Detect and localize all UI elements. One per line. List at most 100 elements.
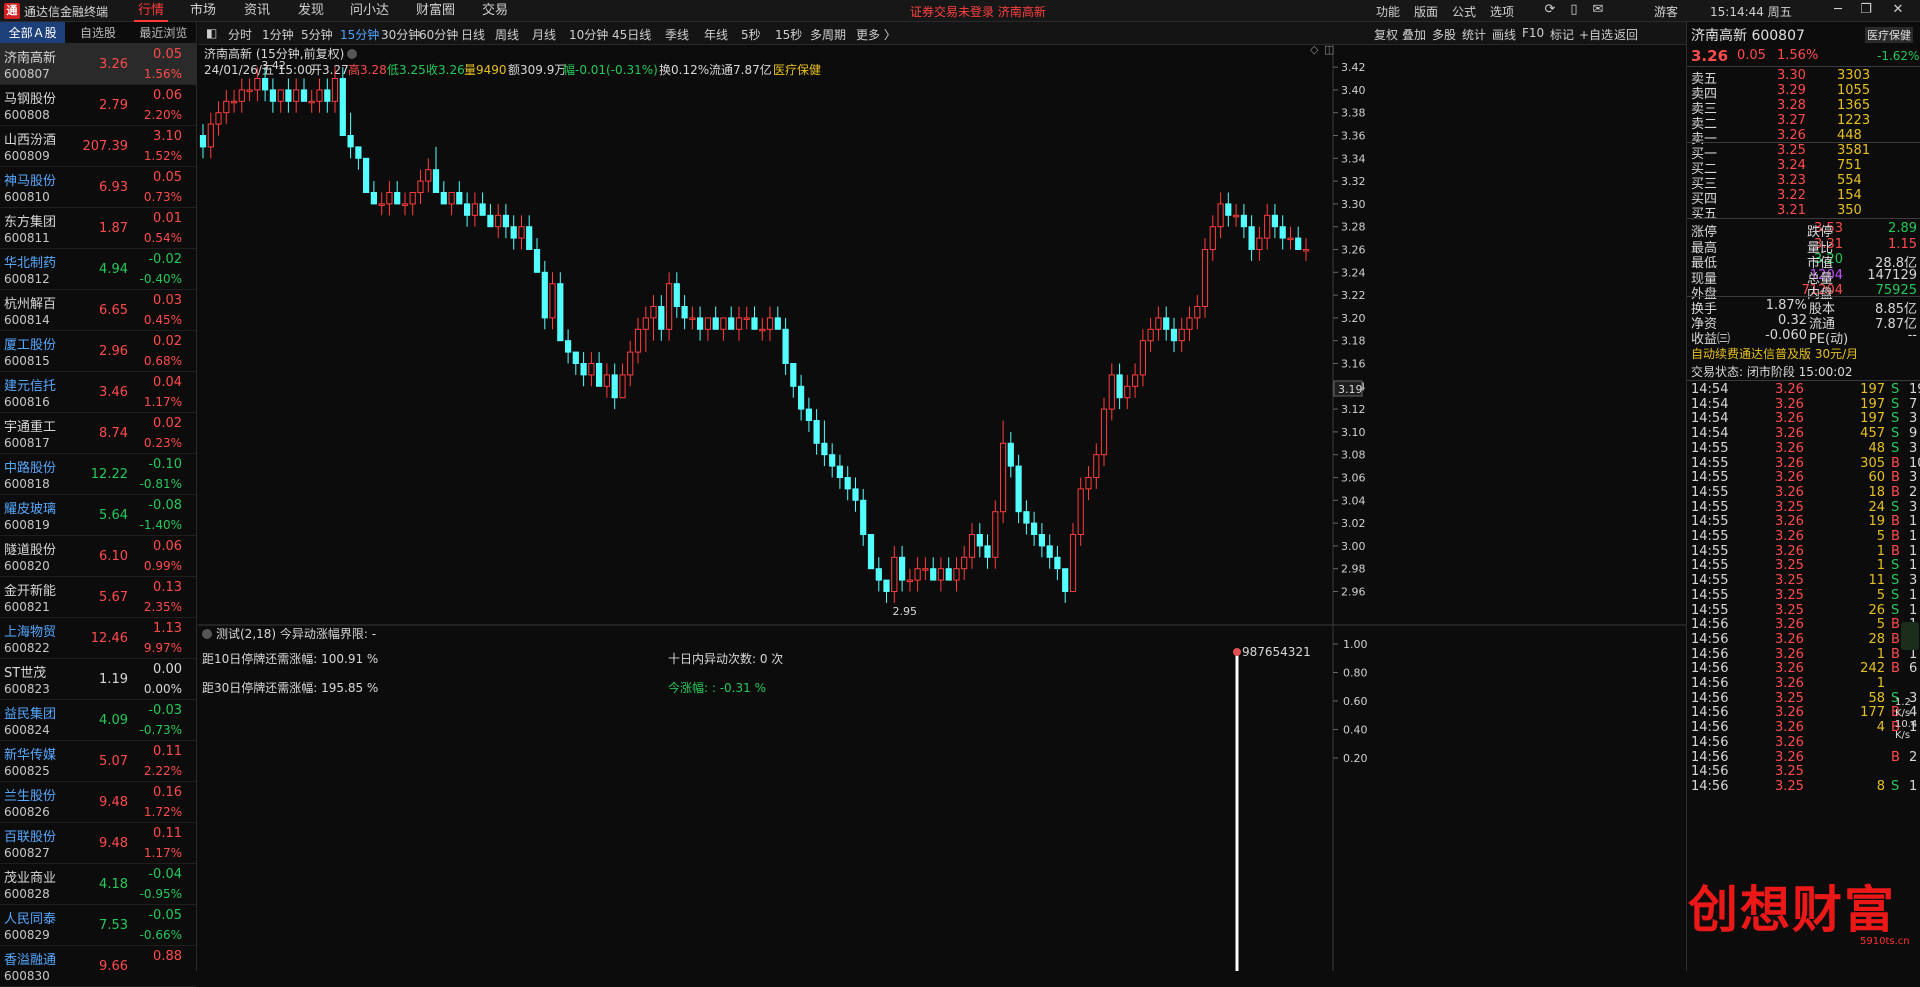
stock-row[interactable]: 上海物贸 600822 12.46 1.13 9.97% [0,618,196,659]
login-notice[interactable]: 证券交易未登录 济南高新 [910,3,1046,20]
top-menu-5[interactable]: 财富圈 [412,0,459,22]
restore-icon[interactable]: ❐ [1858,2,1874,18]
stock-row[interactable]: 香溢融通 600830 9.66 0.88 [0,946,196,987]
period-tab-12[interactable]: 年线 [704,26,728,43]
top-menu-4[interactable]: 问小达 [346,0,393,22]
level-price: 3.27 [1777,113,1806,128]
stock-row[interactable]: 济南高新 600807 3.26 0.05 1.56% [0,44,196,85]
period-tab-0[interactable]: 分时 [228,26,252,43]
tab-recent[interactable]: 最近浏览 [131,22,196,43]
menu-2[interactable]: 公式 [1452,3,1476,20]
tab-all-a-shares[interactable]: 全部Ａ股 [0,22,66,43]
stock-row[interactable]: 中路股份 600818 12.22 -0.10 -0.81% [0,454,196,495]
candle-body [743,317,750,320]
tool-button-4[interactable]: 画线 [1492,26,1516,43]
menu-0[interactable]: 功能 [1376,3,1400,20]
stock-row[interactable]: 厦工股份 600815 2.96 0.02 0.68% [0,331,196,372]
stock-row[interactable]: 隧道股份 600820 6.10 0.06 0.99% [0,536,196,577]
chart-title-dropdown-icon[interactable] [347,49,357,59]
stock-row[interactable]: 马钢股份 600808 2.79 0.06 2.20% [0,85,196,126]
tick-time: 14:56 [1691,764,1729,780]
quote-sector[interactable]: 医疗保健 [1865,27,1913,43]
stock-row[interactable]: 益民集团 600824 4.09 -0.03 -0.73% [0,700,196,741]
menu-1[interactable]: 版面 [1414,3,1438,20]
period-tab-15[interactable]: 多周期 [810,26,846,43]
layout-toggle-icon[interactable]: ◧ [206,26,217,40]
mail-icon[interactable]: ✉ [1590,2,1606,18]
mobile-icon[interactable]: ▯ [1566,2,1582,18]
level-price: 3.24 [1777,158,1806,173]
tick-row: 14:56 3.26 177 B 4 [1687,705,1920,720]
period-tab-8[interactable]: 月线 [532,26,556,43]
stock-price: 5.07 [99,754,128,769]
period-tab-4[interactable]: 30分钟 [381,26,420,43]
tool-button-6[interactable]: 标记 [1550,26,1574,43]
stock-row[interactable]: 兰生股份 600826 9.48 0.16 1.72% [0,782,196,823]
user-guest[interactable]: 游客 [1654,3,1678,20]
period-tab-10[interactable]: 45日线 [612,26,651,43]
stock-row[interactable]: 人民同泰 600829 7.53 -0.05 -0.66% [0,905,196,946]
stock-name: 兰生股份 [4,789,57,804]
period-tab-3[interactable]: 15分钟 [340,26,379,43]
top-menu-3[interactable]: 发现 [294,0,328,22]
tool-button-3[interactable]: 统计 [1462,26,1486,43]
stock-row[interactable]: 宇通重工 600817 8.74 0.02 0.23% [0,413,196,454]
stock-row[interactable]: 华北制药 600812 4.94 -0.02 -0.40% [0,249,196,290]
indicator-toggle-icon[interactable] [202,629,212,639]
refresh-icon[interactable]: ⟳ [1542,2,1558,18]
top-menu-0[interactable]: 行情 [134,0,169,22]
price-tick-label: 3.34 [1341,152,1366,165]
stock-row[interactable]: 耀皮玻璃 600819 5.64 -0.08 -1.40% [0,495,196,536]
period-tab-5[interactable]: 60分钟 [419,26,458,43]
promo-banner[interactable]: 自动续费通达信普及版 30元/月 [1691,345,1858,362]
tool-button-5[interactable]: F10 [1522,26,1544,40]
period-tab-16[interactable]: 更多 〉 [856,26,896,43]
period-tab-1[interactable]: 1分钟 [262,26,294,43]
period-tab-6[interactable]: 日线 [461,26,485,43]
stock-row[interactable]: 百联股份 600827 9.48 0.11 1.17% [0,823,196,864]
period-tab-13[interactable]: 5秒 [741,26,761,43]
level-price: 3.28 [1777,98,1806,113]
stock-row[interactable]: 新华传媒 600825 5.07 0.11 2.22% [0,741,196,782]
tick-time: 14:55 [1691,499,1729,515]
stock-row[interactable]: 山西汾酒 600809 207.39 3.10 1.52% [0,126,196,167]
period-tab-14[interactable]: 15秒 [775,26,802,43]
close-icon[interactable]: ✕ [1890,2,1906,18]
stock-code: 600811 [4,231,50,245]
tool-button-2[interactable]: 多股 [1432,26,1456,43]
stock-row[interactable]: 茂业商业 600828 4.18 -0.04 -0.95% [0,864,196,905]
tick-price: 3.26 [1775,382,1804,397]
chart-expand-icon[interactable]: ◫ [1324,45,1334,56]
period-tab-9[interactable]: 10分钟 [569,26,608,43]
tick-time: 14:55 [1691,543,1729,559]
top-menu-2[interactable]: 资讯 [240,0,274,22]
stock-row[interactable]: ST世茂 600823 1.19 0.00 0.00% [0,659,196,700]
period-tab-2[interactable]: 5分钟 [301,26,333,43]
tool-button-1[interactable]: 叠加 [1402,26,1426,43]
tick-time: 14:56 [1691,690,1729,706]
tab-watchlist[interactable]: 自选股 [65,22,130,43]
top-menu-1[interactable]: 市场 [186,0,220,22]
stock-row[interactable]: 神马股份 600810 6.93 0.05 0.73% [0,167,196,208]
stock-row[interactable]: 东方集团 600811 1.87 0.01 0.54% [0,208,196,249]
top-menu-6[interactable]: 交易 [478,0,512,22]
stock-code: 600826 [4,805,50,819]
stock-row[interactable]: 杭州解百 600814 6.65 0.03 0.45% [0,290,196,331]
period-tab-11[interactable]: 季线 [665,26,689,43]
tool-button-0[interactable]: 复权 [1374,26,1398,43]
zoom-widget[interactable] [1901,622,1919,650]
period-tab-7[interactable]: 周线 [495,26,519,43]
sector-tag[interactable]: 医疗保健 [773,63,821,77]
tick-time: 14:56 [1691,778,1729,794]
stock-row[interactable]: 金开新能 600821 5.67 0.13 2.35% [0,577,196,618]
candle-body [1233,214,1240,218]
tool-button-8[interactable]: 返回 [1614,26,1638,43]
stock-row[interactable]: 建元信托 600816 3.46 0.04 1.17% [0,372,196,413]
kline-chart[interactable]: 济南高新 (15分钟,前复权) 24/01/26/五 15:00 开3.27 高… [198,45,1686,971]
chart-settings-icon[interactable]: ◇ [1310,45,1319,56]
tick-volume: 1 [1876,543,1885,559]
menu-3[interactable]: 选项 [1490,3,1514,20]
candle-body [1093,454,1100,479]
minimize-icon[interactable]: ─ [1830,2,1846,18]
tool-button-7[interactable]: +自选 [1579,26,1613,43]
